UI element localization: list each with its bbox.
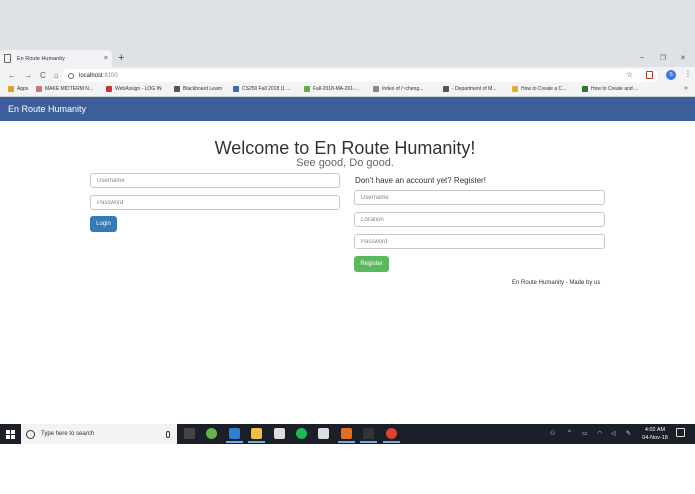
tab-close-icon[interactable]: × xyxy=(104,55,108,62)
bookmark-label: CS250 Fall 2018 (1 ... xyxy=(242,86,291,92)
taskbar-running-indicator xyxy=(226,441,243,443)
register-username-input[interactable] xyxy=(354,190,605,205)
action-center-icon[interactable] xyxy=(676,428,685,437)
maximize-icon[interactable]: ❐ xyxy=(660,54,666,62)
network-icon[interactable]: ◠ xyxy=(597,430,602,437)
browser-menu-icon[interactable]: ⋮ xyxy=(684,69,692,78)
page-title: Welcome to En Route Humanity! xyxy=(214,138,476,158)
tray-chevron-icon[interactable]: ^ xyxy=(568,430,571,436)
taskbar-chrome-icon[interactable] xyxy=(386,428,397,439)
bookmark-item[interactable]: - Department of M... xyxy=(443,86,496,92)
browser-tab[interactable]: En Route Humanity × xyxy=(0,50,112,67)
bookmark-item[interactable]: Blackboard Learn xyxy=(174,86,222,92)
footer-text: En Route Humanity - Made by us xyxy=(512,280,601,286)
bookmark-label: Fall-2018-MA-261-... xyxy=(313,86,359,92)
taskbar-edge-icon[interactable] xyxy=(229,428,240,439)
taskbar-running-indicator xyxy=(248,441,265,443)
page-icon xyxy=(4,54,11,63)
minimize-icon[interactable]: – xyxy=(640,54,644,61)
taskbar-task-view-icon[interactable] xyxy=(184,428,195,439)
clock-date: 04-Nov-18 xyxy=(642,435,668,441)
bookmark-icon xyxy=(443,86,449,92)
microphone-icon[interactable] xyxy=(166,430,170,438)
url-port: :8100 xyxy=(102,72,118,79)
pen-icon[interactable]: ✎ xyxy=(626,430,631,437)
register-location-input[interactable] xyxy=(354,212,605,227)
new-tab-button[interactable]: + xyxy=(118,53,124,64)
cortana-icon xyxy=(26,429,35,439)
background-below-taskbar xyxy=(0,444,695,494)
bookmark-icon xyxy=(8,86,14,92)
bookmark-item[interactable]: WebAssign - LOG IN xyxy=(106,86,162,92)
home-icon[interactable]: ⌂ xyxy=(54,71,59,80)
bookmark-star-icon[interactable]: ☆ xyxy=(626,70,633,79)
tab-title: En Route Humanity xyxy=(17,55,65,62)
back-icon[interactable]: ← xyxy=(8,71,16,80)
bookmark-icon xyxy=(373,86,379,92)
bookmark-label: MAKE MIDTERM N... xyxy=(45,86,94,92)
taskbar-mail-icon[interactable] xyxy=(318,428,329,439)
bookmark-item[interactable]: How to Create and ... xyxy=(582,86,638,92)
bookmark-label: WebAssign - LOG IN xyxy=(115,86,162,92)
taskbar-running-indicator xyxy=(383,441,400,443)
screen: En Route Humanity × + – ❐ ✕ ← → C ⌂ loca… xyxy=(0,0,695,494)
taskbar-store-icon[interactable] xyxy=(274,428,285,439)
bookmark-label: How to Create a C... xyxy=(521,86,567,92)
clock-time: 4:02 AM xyxy=(644,427,666,433)
bookmark-icon xyxy=(512,86,518,92)
bookmark-icon xyxy=(106,86,112,92)
bookmark-label: Apps xyxy=(17,86,29,92)
taskbar-file-explorer-icon[interactable] xyxy=(251,428,262,439)
bookmark-label: - Department of M... xyxy=(452,86,497,92)
navbar-brand[interactable]: En Route Humanity xyxy=(8,104,86,114)
register-button[interactable]: Register xyxy=(354,256,389,272)
taskbar-app-orange-icon[interactable] xyxy=(341,428,352,439)
info-icon[interactable] xyxy=(68,72,74,79)
bookmarks-overflow-icon[interactable]: » xyxy=(684,85,688,92)
bookmark-item[interactable]: Index of /~cheng... xyxy=(373,86,423,92)
register-password-input[interactable] xyxy=(354,234,605,249)
bookmark-label: Index of /~cheng... xyxy=(382,86,424,92)
taskbar-spotify-icon[interactable] xyxy=(296,428,307,439)
bookmark-icon xyxy=(174,86,180,92)
profile-avatar[interactable]: S xyxy=(666,70,676,80)
window-close-icon[interactable]: ✕ xyxy=(680,54,686,62)
login-button[interactable]: Login xyxy=(90,216,117,232)
battery-icon[interactable]: ▭ xyxy=(582,430,588,437)
bookmark-item[interactable]: MAKE MIDTERM N... xyxy=(36,86,93,92)
bookmark-icon xyxy=(582,86,588,92)
register-heading: Don't have an account yet? Register! xyxy=(355,176,486,185)
forward-icon[interactable]: → xyxy=(24,71,32,80)
bookmark-icon xyxy=(36,86,42,92)
bookmark-icon xyxy=(233,86,239,92)
extension-icon[interactable] xyxy=(646,71,653,79)
page-subtitle: See good, Do good. xyxy=(296,157,394,169)
people-icon[interactable]: ⚇ xyxy=(550,430,555,437)
login-password-input[interactable] xyxy=(90,195,340,210)
taskbar-search-box[interactable]: Type here to search xyxy=(21,424,177,444)
taskbar-search-placeholder: Type here to search xyxy=(41,431,95,437)
login-username-input[interactable] xyxy=(90,173,340,188)
taskbar-running-indicator xyxy=(360,441,377,443)
bookmark-label: Blackboard Learn xyxy=(183,86,223,92)
reload-icon[interactable]: C xyxy=(40,71,46,80)
app-navbar xyxy=(0,97,695,121)
bookmark-item[interactable]: Apps xyxy=(8,86,28,92)
bookmark-icon xyxy=(304,86,310,92)
bookmark-item[interactable]: How to Create a C... xyxy=(512,86,566,92)
bookmark-label: How to Create and ... xyxy=(591,86,639,92)
taskbar-clock[interactable]: 4:02 AM 04-Nov-18 xyxy=(640,426,670,442)
taskbar-running-indicator xyxy=(338,441,355,443)
address-bar[interactable]: localhost :8100 xyxy=(62,69,658,82)
url-host: localhost xyxy=(79,72,103,79)
taskbar-android-studio-icon[interactable] xyxy=(206,428,217,439)
windows-start-icon[interactable] xyxy=(6,430,15,439)
bookmark-item[interactable]: Fall-2018-MA-261-... xyxy=(304,86,359,92)
volume-icon[interactable]: ◁ xyxy=(611,430,616,437)
bookmark-item[interactable]: CS250 Fall 2018 (1 ... xyxy=(233,86,291,92)
taskbar-terminal-icon[interactable] xyxy=(363,428,374,439)
